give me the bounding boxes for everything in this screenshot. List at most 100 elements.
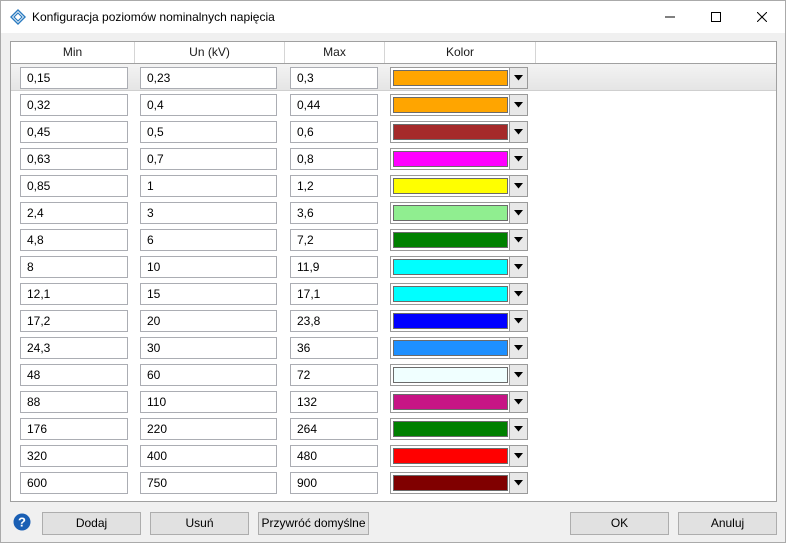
color-dropdown[interactable] [390,121,528,143]
color-dropdown[interactable] [390,310,528,332]
max-field[interactable]: 900 [290,472,378,494]
dropdown-arrow-button[interactable] [509,149,527,169]
nominal-voltage-field[interactable]: 0,5 [140,121,277,143]
table-row[interactable]: 2,4 3 3,6 [11,199,776,226]
maximize-button[interactable] [693,1,739,33]
min-field[interactable]: 88 [20,391,128,413]
help-icon[interactable]: ? [13,513,31,531]
dropdown-arrow-button[interactable] [509,203,527,223]
color-dropdown[interactable] [390,67,528,89]
nominal-voltage-field[interactable]: 30 [140,337,277,359]
max-field[interactable]: 0,8 [290,148,378,170]
max-field[interactable]: 7,2 [290,229,378,251]
max-field[interactable]: 36 [290,337,378,359]
table-row[interactable]: 320 400 480 [11,442,776,469]
table-row[interactable]: 0,45 0,5 0,6 [11,118,776,145]
max-field[interactable]: 0,6 [290,121,378,143]
color-dropdown[interactable] [390,256,528,278]
color-dropdown[interactable] [390,229,528,251]
dropdown-arrow-button[interactable] [509,311,527,331]
color-dropdown[interactable] [390,175,528,197]
table-row[interactable]: 12,1 15 17,1 [11,280,776,307]
color-dropdown[interactable] [390,472,528,494]
table-row[interactable]: 0,85 1 1,2 [11,172,776,199]
restore-defaults-button[interactable]: Przywróć domyślne [258,512,369,535]
title-bar[interactable]: Konfiguracja poziomów nominalnych napięc… [1,1,785,33]
color-dropdown[interactable] [390,202,528,224]
table-row[interactable]: 4,8 6 7,2 [11,226,776,253]
nominal-voltage-field[interactable]: 0,23 [140,67,277,89]
nominal-voltage-field[interactable]: 220 [140,418,277,440]
min-field[interactable]: 600 [20,472,128,494]
max-field[interactable]: 264 [290,418,378,440]
column-header-color[interactable]: Kolor [385,42,536,63]
table-row[interactable]: 600 750 900 [11,469,776,496]
nominal-voltage-field[interactable]: 60 [140,364,277,386]
nominal-voltage-field[interactable]: 0,4 [140,94,277,116]
dropdown-arrow-button[interactable] [509,68,527,88]
min-field[interactable]: 2,4 [20,202,128,224]
minimize-button[interactable] [647,1,693,33]
color-dropdown[interactable] [390,283,528,305]
nominal-voltage-field[interactable]: 110 [140,391,277,413]
min-field[interactable]: 0,32 [20,94,128,116]
min-field[interactable]: 0,63 [20,148,128,170]
min-field[interactable]: 176 [20,418,128,440]
color-dropdown[interactable] [390,364,528,386]
color-dropdown[interactable] [390,337,528,359]
add-button[interactable]: Dodaj [42,512,141,535]
dropdown-arrow-button[interactable] [509,446,527,466]
table-row[interactable]: 0,15 0,23 0,3 [11,64,776,91]
table-row[interactable]: 24,3 30 36 [11,334,776,361]
min-field[interactable]: 12,1 [20,283,128,305]
color-dropdown[interactable] [390,391,528,413]
min-field[interactable]: 8 [20,256,128,278]
dropdown-arrow-button[interactable] [509,365,527,385]
color-dropdown[interactable] [390,445,528,467]
max-field[interactable]: 11,9 [290,256,378,278]
color-dropdown[interactable] [390,94,528,116]
max-field[interactable]: 480 [290,445,378,467]
min-field[interactable]: 17,2 [20,310,128,332]
column-header-min[interactable]: Min [11,42,135,63]
remove-button[interactable]: Usuń [150,512,249,535]
nominal-voltage-field[interactable]: 15 [140,283,277,305]
table-row[interactable]: 48 60 72 [11,361,776,388]
dropdown-arrow-button[interactable] [509,473,527,493]
close-button[interactable] [739,1,785,33]
max-field[interactable]: 3,6 [290,202,378,224]
dropdown-arrow-button[interactable] [509,176,527,196]
column-header-max[interactable]: Max [285,42,385,63]
table-row[interactable]: 8 10 11,9 [11,253,776,280]
nominal-voltage-field[interactable]: 20 [140,310,277,332]
max-field[interactable]: 72 [290,364,378,386]
table-row[interactable]: 176 220 264 [11,415,776,442]
min-field[interactable]: 0,45 [20,121,128,143]
table-row[interactable]: 88 110 132 [11,388,776,415]
max-field[interactable]: 17,1 [290,283,378,305]
ok-button[interactable]: OK [570,512,669,535]
max-field[interactable]: 0,3 [290,67,378,89]
dropdown-arrow-button[interactable] [509,122,527,142]
table-row[interactable]: 0,32 0,4 0,44 [11,91,776,118]
min-field[interactable]: 24,3 [20,337,128,359]
max-field[interactable]: 0,44 [290,94,378,116]
max-field[interactable]: 23,8 [290,310,378,332]
min-field[interactable]: 4,8 [20,229,128,251]
nominal-voltage-field[interactable]: 10 [140,256,277,278]
cancel-button[interactable]: Anuluj [678,512,777,535]
nominal-voltage-field[interactable]: 400 [140,445,277,467]
dropdown-arrow-button[interactable] [509,392,527,412]
column-header-un[interactable]: Un (kV) [135,42,285,63]
min-field[interactable]: 320 [20,445,128,467]
nominal-voltage-field[interactable]: 3 [140,202,277,224]
min-field[interactable]: 48 [20,364,128,386]
table-row[interactable]: 17,2 20 23,8 [11,307,776,334]
min-field[interactable]: 0,85 [20,175,128,197]
dropdown-arrow-button[interactable] [509,338,527,358]
nominal-voltage-field[interactable]: 6 [140,229,277,251]
nominal-voltage-field[interactable]: 0,7 [140,148,277,170]
nominal-voltage-field[interactable]: 1 [140,175,277,197]
dropdown-arrow-button[interactable] [509,284,527,304]
dropdown-arrow-button[interactable] [509,230,527,250]
